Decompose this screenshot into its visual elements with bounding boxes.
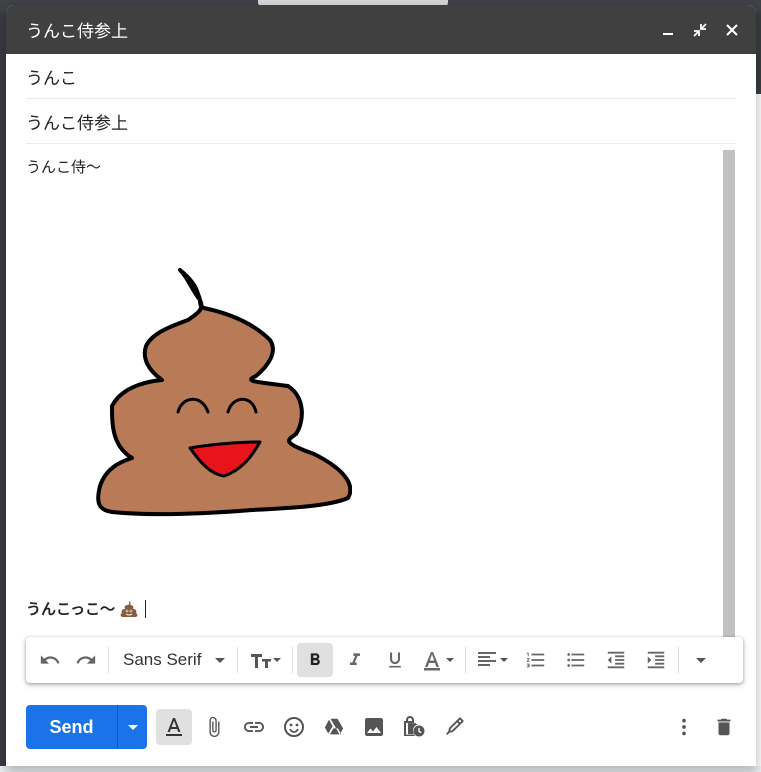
toolbar-divider	[237, 647, 239, 673]
text-color-button[interactable]	[417, 643, 461, 677]
exit-fullscreen-icon	[693, 23, 707, 37]
insert-drive-button[interactable]	[316, 709, 352, 745]
formatting-options-button[interactable]	[156, 709, 192, 745]
more-vert-icon	[682, 718, 686, 736]
minimize-icon	[663, 33, 673, 35]
message-body[interactable]: うんこ侍〜 うんこっこ〜	[26, 150, 716, 635]
font-family-value: Sans Serif	[123, 650, 202, 669]
compose-title: うんこ侍参上	[26, 22, 128, 41]
background-footer	[0, 766, 761, 772]
subject-value: うんこ侍参上	[26, 113, 128, 133]
text-format-icon	[166, 718, 182, 736]
compose-right-actions	[666, 709, 742, 745]
compose-title-bar[interactable]: うんこ侍参上	[6, 5, 756, 54]
body-scrollbar[interactable]	[723, 150, 735, 637]
bulleted-list-button[interactable]	[558, 643, 594, 677]
attach-files-button[interactable]	[196, 709, 232, 745]
bulleted-list-icon	[567, 653, 585, 667]
trash-icon	[717, 718, 731, 736]
more-options-button[interactable]	[666, 709, 702, 745]
undo-button[interactable]	[32, 643, 68, 677]
toolbar-divider	[108, 647, 109, 673]
insert-signature-button[interactable]	[436, 709, 472, 745]
poop-emoji-icon	[120, 600, 138, 617]
to-value: うんこ	[26, 68, 77, 88]
toolbar-divider	[465, 647, 467, 673]
toolbar-divider	[678, 647, 680, 673]
minimize-button[interactable]	[654, 17, 682, 43]
send-group: Send	[26, 705, 147, 749]
confidential-mode-button[interactable]	[396, 709, 432, 745]
underline-icon	[389, 652, 402, 668]
title-actions	[654, 17, 746, 43]
text-size-icon	[251, 654, 282, 668]
italic-button[interactable]	[337, 643, 373, 677]
undo-icon	[40, 655, 60, 664]
discard-draft-button[interactable]	[706, 709, 742, 745]
pen-icon	[446, 717, 464, 735]
italic-icon	[350, 653, 361, 665]
body-text: うんこ侍〜	[26, 159, 102, 176]
signature-text: うんこっこ〜	[26, 601, 115, 618]
formatting-toolbar: Sans Serif	[26, 637, 743, 683]
lock-clock-icon	[404, 716, 425, 737]
close-button[interactable]	[718, 17, 746, 43]
text-size-button[interactable]	[242, 643, 288, 677]
compose-window: うんこ侍参上 うんこ うんこ侍参上 うんこ侍〜 うんこっこ〜 Sans Seri…	[6, 5, 756, 766]
toolbar-divider	[292, 647, 294, 673]
schedule-send-button[interactable]	[117, 705, 147, 749]
chevron-down-icon	[696, 657, 707, 663]
compose-bottom-bar: Send	[6, 695, 756, 766]
more-formatting-button[interactable]	[683, 643, 719, 677]
paperclip-icon	[209, 716, 220, 738]
redo-button[interactable]	[68, 643, 104, 677]
signature: うんこっこ〜	[26, 598, 146, 619]
indent-more-button[interactable]	[638, 643, 674, 677]
indent-more-icon	[648, 651, 665, 669]
subject-field[interactable]: うんこ侍参上	[26, 99, 736, 144]
link-icon	[244, 722, 264, 732]
font-family-select[interactable]: Sans Serif	[113, 643, 233, 677]
bold-button[interactable]	[297, 643, 334, 677]
indent-less-button[interactable]	[598, 643, 634, 677]
chevron-down-icon	[215, 657, 226, 663]
google-drive-icon	[324, 718, 344, 735]
bold-icon	[311, 653, 321, 665]
indent-less-icon	[608, 651, 625, 669]
emoji-icon	[284, 717, 304, 737]
insert-photo-button[interactable]	[356, 709, 392, 745]
text-color-icon	[424, 652, 455, 671]
numbered-list-icon	[527, 652, 545, 668]
insert-emoji-button[interactable]	[276, 709, 312, 745]
align-left-icon	[478, 652, 509, 666]
underline-button[interactable]	[377, 643, 413, 677]
exit-fullscreen-button[interactable]	[686, 17, 714, 43]
chevron-down-icon	[127, 724, 138, 730]
image-icon	[365, 718, 383, 736]
text-cursor	[144, 599, 146, 618]
close-icon	[726, 24, 738, 36]
align-button[interactable]	[470, 643, 516, 677]
poop-drawing-image	[96, 268, 352, 517]
redo-icon	[76, 655, 96, 664]
numbered-list-button[interactable]	[518, 643, 554, 677]
send-button[interactable]: Send	[26, 705, 117, 749]
to-field[interactable]: うんこ	[26, 54, 736, 99]
compose-actions	[156, 709, 472, 745]
insert-link-button[interactable]	[236, 709, 272, 745]
